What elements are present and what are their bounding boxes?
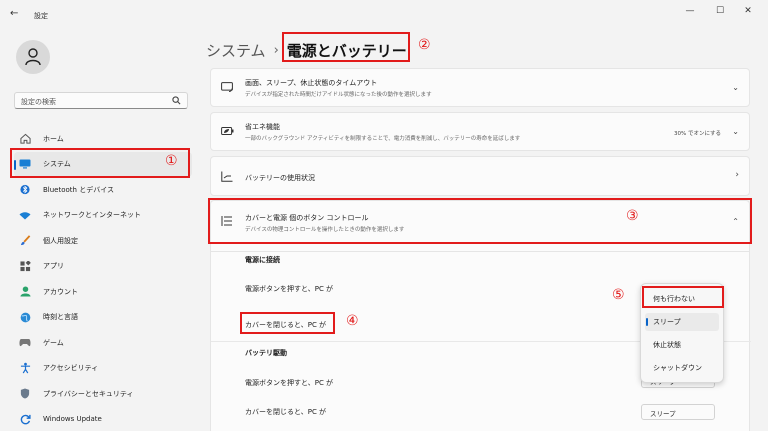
search-input[interactable]: 設定の検索 (21, 97, 56, 107)
bluetooth-icon (16, 184, 34, 195)
battery-header: バッテリ駆動 (245, 349, 287, 357)
settings-window: ← 設定 — ☐ ✕ 設定の検索 ホーム システム Bluetooth とデバイ… (0, 0, 768, 431)
sidebar-item-bluetooth[interactable]: Bluetooth とデバイス (14, 177, 192, 203)
chevron-down-icon[interactable]: ⌄ (732, 127, 739, 136)
battery-power-button-label: 電源ボタンを押すと、PC が (245, 379, 334, 387)
sidebar-item-label: 時刻と言語 (43, 313, 78, 322)
dropdown-option-sleep[interactable]: スリープ (645, 313, 719, 331)
chevron-down-icon[interactable]: ⌄ (732, 83, 739, 92)
display-icon (16, 159, 34, 169)
card-energy-saver[interactable]: 省エネ機能 一部のバックグラウンド アクティビティを制限することで、電力消費を削… (210, 112, 750, 151)
plugged-power-button-label: 電源ボタンを押すと、PC が (245, 285, 334, 293)
annotation-number-1: ① (165, 153, 178, 169)
sidebar-nav: ホーム システム Bluetooth とデバイス ネットワークとインターネット (14, 126, 192, 431)
gamepad-icon (16, 338, 34, 347)
dropdown-option-shutdown[interactable]: シャットダウン (645, 359, 719, 377)
account-icon (16, 286, 34, 297)
annotation-number-5: ⑤ (612, 287, 625, 303)
option-label: 何も行わない (653, 295, 695, 303)
screen-sleep-icon (221, 82, 233, 92)
person-icon (25, 48, 41, 66)
page-title: 電源とバッテリー (286, 41, 407, 60)
sidebar-item-personalization[interactable]: 個人用設定 (14, 228, 192, 254)
search-box[interactable]: 設定の検索 (14, 92, 188, 109)
lid-action-dropdown[interactable]: 何も行わない スリープ 休止状態 シャットダウン (640, 283, 724, 383)
sidebar-item-label: Windows Update (43, 415, 102, 424)
chevron-up-icon[interactable]: ⌃ (732, 217, 739, 226)
selected-indicator (646, 318, 648, 326)
search-icon[interactable] (172, 96, 181, 105)
sidebar-item-label: アクセシビリティ (43, 364, 99, 373)
annotation-number-3: ③ (626, 208, 639, 224)
sidebar-item-windows-update[interactable]: Windows Update (14, 407, 192, 431)
card-title: カバーと電源 個のボタン コントロール (245, 214, 369, 222)
plugged-in-header: 電源に接続 (245, 256, 280, 264)
breadcrumb-parent[interactable]: システム (206, 40, 266, 61)
card-title: バッテリーの使用状況 (245, 174, 315, 182)
card-title: 画面、スリープ、休止状態のタイムアウト (245, 79, 378, 87)
battery-lid-select[interactable]: スリープ (641, 404, 715, 420)
sidebar-item-label: 個人用設定 (43, 236, 78, 245)
option-label: 休止状態 (653, 341, 681, 349)
card-lid-power-buttons[interactable]: カバーと電源 個のボタン コントロール デバイスの物理コントロールを操作したとき… (210, 200, 750, 252)
breadcrumb: システム › 電源とバッテリー (206, 38, 407, 62)
sidebar-item-label: Bluetooth とデバイス (43, 185, 114, 194)
card-subtitle: デバイスの物理コントロールを操作したときの動作を選択します (245, 227, 405, 233)
maximize-button[interactable]: ☐ (710, 6, 730, 16)
chevron-right-icon[interactable]: › (735, 170, 739, 180)
sidebar-item-gaming[interactable]: ゲーム (14, 330, 192, 356)
sidebar-item-home[interactable]: ホーム (14, 126, 192, 152)
card-subtitle: デバイスが指定された時間だけアイドル状態になった後の動作を選択します (245, 92, 432, 98)
sidebar-item-label: ホーム (43, 134, 64, 143)
app-title: 設定 (34, 12, 48, 20)
card-battery-usage[interactable]: バッテリーの使用状況 › (210, 156, 750, 196)
sidebar-item-label: ゲーム (43, 338, 64, 347)
brush-icon (16, 235, 34, 246)
update-icon (16, 414, 34, 425)
globe-icon (16, 312, 34, 323)
minimize-button[interactable]: — (680, 6, 700, 16)
accessibility-icon (16, 362, 34, 374)
lid-power-icon (221, 216, 232, 226)
annotation-number-2: ② (418, 37, 431, 53)
active-indicator (14, 159, 16, 170)
sidebar-item-label: ネットワークとインターネット (43, 211, 141, 220)
close-button[interactable]: ✕ (738, 6, 758, 16)
breadcrumb-separator: › (273, 42, 279, 58)
back-arrow-icon[interactable]: ← (10, 8, 18, 19)
sidebar-item-accounts[interactable]: アカウント (14, 279, 192, 305)
sidebar-item-label: プライバシーとセキュリティ (43, 389, 134, 398)
home-icon (16, 133, 34, 144)
battery-leaf-icon (221, 127, 234, 135)
sidebar-item-label: アプリ (43, 262, 64, 271)
sidebar-item-time-language[interactable]: 時刻と言語 (14, 305, 192, 331)
annotation-number-4: ④ (346, 313, 359, 329)
avatar[interactable] (16, 40, 50, 74)
card-subtitle: 一部のバックグラウンド アクティビティを制限することで、電力消費を削減し、バッテ… (245, 136, 521, 142)
wifi-icon (16, 211, 34, 220)
sidebar-item-label: アカウント (43, 287, 78, 296)
title-bar: ← 設定 — ☐ ✕ (0, 0, 768, 30)
sidebar-item-label: システム (43, 160, 71, 169)
dropdown-option-hibernate[interactable]: 休止状態 (645, 336, 719, 354)
option-label: スリープ (653, 318, 681, 326)
sidebar-item-network[interactable]: ネットワークとインターネット (14, 203, 192, 229)
chart-icon (221, 171, 233, 182)
shield-icon (16, 388, 34, 399)
sidebar-item-apps[interactable]: アプリ (14, 254, 192, 280)
dropdown-option-do-nothing[interactable]: 何も行わない (645, 290, 719, 308)
battery-lid-label: カバーを閉じると、PC が (245, 408, 327, 416)
sidebar-item-accessibility[interactable]: アクセシビリティ (14, 356, 192, 382)
select-value: スリープ (650, 410, 676, 418)
card-title: 省エネ機能 (245, 123, 280, 131)
option-label: シャットダウン (653, 364, 702, 372)
plugged-lid-label: カバーを閉じると、PC が (245, 321, 327, 329)
apps-icon (16, 260, 34, 272)
sidebar-item-privacy[interactable]: プライバシーとセキュリティ (14, 381, 192, 407)
energy-saver-status: 30% でオンにする (673, 131, 721, 137)
card-screen-sleep[interactable]: 画面、スリープ、休止状態のタイムアウト デバイスが指定された時間だけアイドル状態… (210, 68, 750, 107)
